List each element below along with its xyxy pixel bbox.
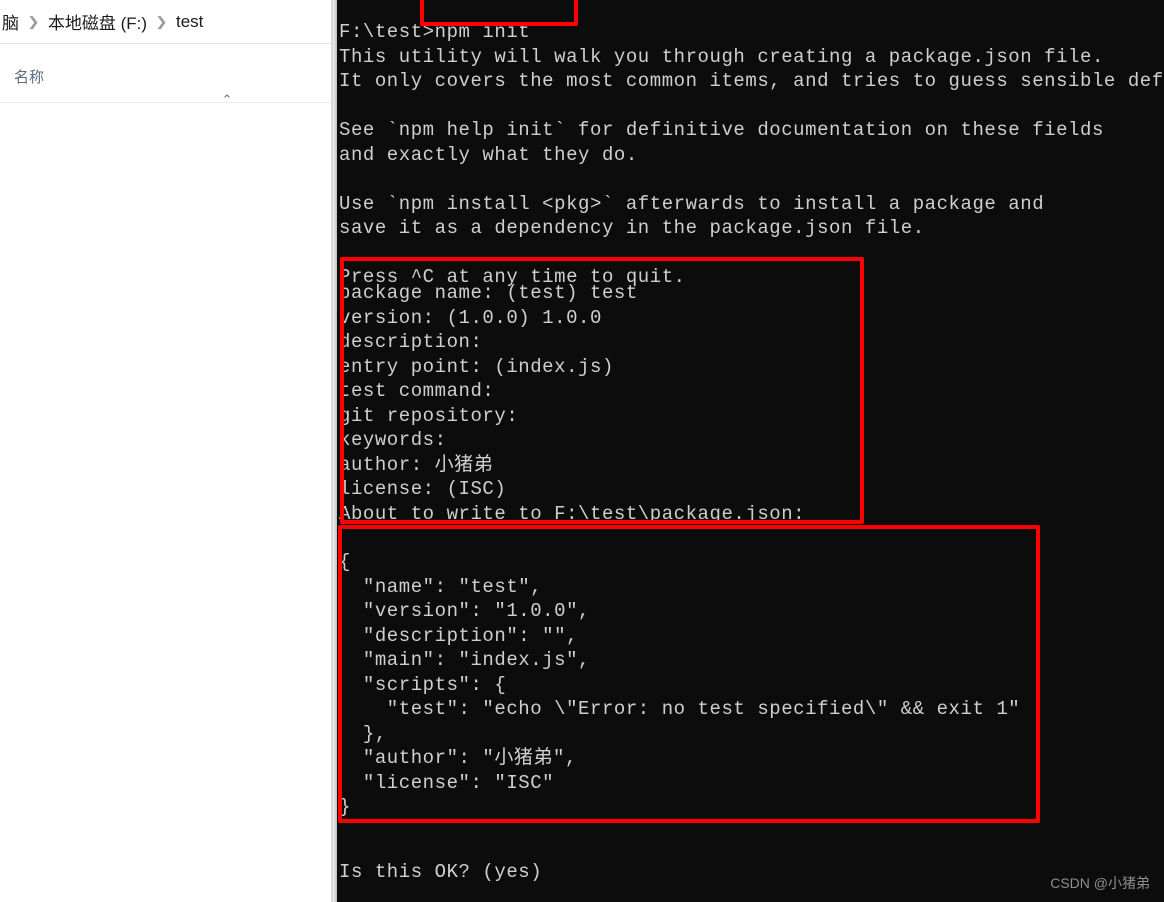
csdn-watermark: CSDN @小猪弟 — [1050, 875, 1150, 891]
terminal-package-json-preview: { "name": "test", "version": "1.0.0", "d… — [339, 551, 1021, 818]
breadcrumb[interactable]: 脑 ❯ 本地磁盘 (F:) ❯ test — [0, 0, 331, 44]
breadcrumb-item-local-disk-f[interactable]: 本地磁盘 (F:) — [48, 9, 147, 34]
file-list-body[interactable] — [0, 104, 331, 902]
breadcrumb-item-this-pc[interactable]: 脑 — [2, 9, 19, 34]
screenshot-root: 脑 ❯ 本地磁盘 (F:) ❯ test 名称 ⌃ F:\test>npm in… — [0, 0, 1164, 902]
terminal-confirm-prompt: Is this OK? (yes) — [339, 861, 543, 883]
chevron-right-icon: ❯ — [27, 13, 40, 29]
terminal-init-prompts: package name: (test) test version: (1.0.… — [339, 282, 806, 525]
file-explorer-pane: 脑 ❯ 本地磁盘 (F:) ❯ test 名称 ⌃ — [0, 0, 331, 902]
column-header-name[interactable]: 名称 — [14, 66, 44, 87]
file-list-column-header: 名称 ⌃ — [0, 45, 331, 106]
terminal-intro-output: F:\test>npm init This utility will walk … — [339, 21, 1164, 288]
terminal-pane[interactable]: F:\test>npm init This utility will walk … — [337, 0, 1164, 902]
chevron-right-icon: ❯ — [155, 13, 168, 29]
breadcrumb-item-test[interactable]: test — [176, 12, 203, 32]
